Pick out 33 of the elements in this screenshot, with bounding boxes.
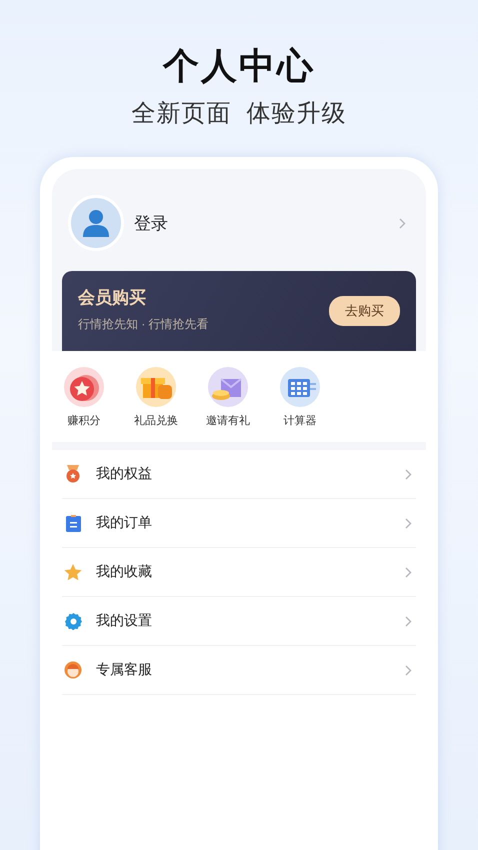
page-title: 个人中心	[163, 44, 315, 88]
buy-button[interactable]: 去购买	[329, 296, 400, 326]
medal-icon	[65, 465, 81, 483]
menu-label: 我的设置	[96, 612, 153, 630]
menu-label: 我的收藏	[96, 563, 153, 581]
envelope-icon	[208, 367, 248, 407]
clipboard-icon	[66, 514, 80, 532]
login-link[interactable]: 登录	[134, 212, 389, 234]
menu-label: 我的权益	[96, 465, 153, 483]
star-icon	[64, 564, 82, 580]
shortcut-item[interactable]: 礼品兑换	[136, 367, 176, 428]
chevron-icon	[405, 566, 412, 578]
membership-title: 会员购买	[78, 286, 147, 308]
chevron-icon	[405, 664, 412, 676]
agent-avatar-icon	[64, 661, 82, 679]
menu-label: 我的订单	[96, 514, 153, 532]
settings-icon	[64, 612, 82, 630]
chevron-icon	[405, 616, 412, 626]
membership-subtitle: 行情抢先知 · 行情抢先看	[78, 316, 210, 332]
menu-item[interactable]: 我的设置	[62, 597, 416, 646]
gift-box-icon	[136, 367, 176, 407]
page-subtitle: 全新页面 体验升级	[131, 99, 347, 129]
chevron-icon	[399, 218, 406, 228]
chevron-icon	[405, 468, 412, 480]
shortcut-item[interactable]: 邀请有礼	[208, 367, 248, 428]
shortcut-item[interactable]: 赚积分	[64, 367, 104, 428]
menu-label: 专属客服	[96, 661, 153, 679]
menu-item[interactable]: 我的收藏	[62, 548, 416, 597]
shortcut-item[interactable]: 计算器	[280, 367, 320, 428]
chevron-icon	[405, 518, 412, 528]
calculator-icon	[280, 367, 320, 407]
menu-item[interactable]: 我的权益	[62, 450, 416, 499]
menu-item[interactable]: 我的订单	[62, 499, 416, 548]
